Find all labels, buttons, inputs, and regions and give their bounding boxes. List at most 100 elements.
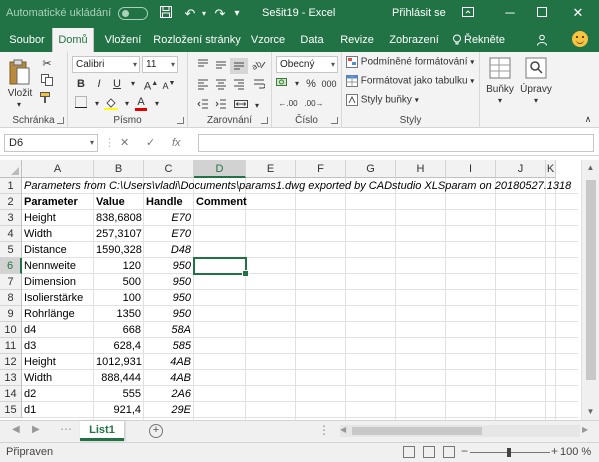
- hscroll-thumb[interactable]: [352, 427, 482, 435]
- zoom-slider[interactable]: [470, 448, 550, 457]
- cell-a6[interactable]: Nennweite: [22, 258, 93, 274]
- cell-b3[interactable]: 838,6808: [94, 210, 143, 226]
- cell-b12[interactable]: 1012,931: [94, 354, 143, 370]
- conditional-formatting-button[interactable]: Podmíněné formátování ▾: [346, 56, 480, 68]
- cell-b2[interactable]: Value: [94, 194, 143, 210]
- ribbon-display-icon[interactable]: [456, 2, 480, 24]
- cell-c15[interactable]: 29E: [144, 402, 193, 418]
- paste-button[interactable]: Vložit: [2, 88, 38, 99]
- page-break-view-icon[interactable]: [443, 446, 455, 458]
- scroll-thumb[interactable]: [586, 180, 596, 380]
- copy-icon[interactable]: [38, 74, 56, 90]
- shrink-font-icon[interactable]: A▼: [160, 76, 178, 92]
- cell-c3[interactable]: E70: [144, 210, 193, 226]
- cell-b10[interactable]: 668: [94, 322, 143, 338]
- number-format-combo[interactable]: Obecný ▾: [276, 56, 338, 73]
- underline-dropdown-icon[interactable]: ▾: [124, 76, 142, 92]
- cell-c13[interactable]: 4AB: [144, 370, 193, 386]
- cell-c7[interactable]: 950: [144, 274, 193, 290]
- zoom-slider-knob[interactable]: [507, 448, 511, 457]
- align-center-icon[interactable]: [212, 78, 230, 94]
- collapse-ribbon-icon[interactable]: ∧: [582, 114, 594, 125]
- decrease-indent-icon[interactable]: [194, 98, 212, 114]
- tab-soubor[interactable]: Soubor: [2, 28, 52, 52]
- cell-a5[interactable]: Distance: [22, 242, 93, 258]
- align-top-icon[interactable]: [194, 58, 212, 74]
- merge-dropdown-icon[interactable]: ▾: [248, 98, 266, 114]
- cell-a3[interactable]: Height: [22, 210, 93, 226]
- bold-button[interactable]: B: [72, 76, 90, 92]
- cell-a8[interactable]: Isolierstärke: [22, 290, 93, 306]
- cell-a13[interactable]: Width: [22, 370, 93, 386]
- row-header-9[interactable]: 9: [0, 306, 22, 322]
- wrap-text-icon[interactable]: [250, 78, 268, 94]
- row-header-2[interactable]: 2: [0, 194, 22, 210]
- italic-button[interactable]: I: [90, 76, 108, 92]
- tab-revize[interactable]: Revize: [334, 28, 380, 52]
- add-sheet-icon[interactable]: +: [149, 424, 163, 438]
- row-header-11[interactable]: 11: [0, 338, 22, 354]
- row-header-4[interactable]: 4: [0, 226, 22, 242]
- row-header-12[interactable]: 12: [0, 354, 22, 370]
- active-cell-selection[interactable]: [193, 257, 249, 277]
- row-header-10[interactable]: 10: [0, 322, 22, 338]
- cell-c8[interactable]: 950: [144, 290, 193, 306]
- column-header-e[interactable]: E: [246, 160, 296, 178]
- cell-a14[interactable]: d2: [22, 386, 93, 402]
- page-layout-view-icon[interactable]: [423, 446, 435, 458]
- decrease-decimal-icon[interactable]: .00→: [302, 96, 326, 112]
- tab-vzorce[interactable]: Vzorce: [246, 28, 290, 52]
- spreadsheet-grid[interactable]: A B C D E F G H I J K 1 Parameters from C:\Users\vla…: [0, 160, 599, 420]
- column-header-b[interactable]: B: [94, 160, 144, 178]
- smiley-icon[interactable]: [572, 31, 588, 47]
- sheet-tab-list1[interactable]: List1: [80, 421, 124, 441]
- cell-c10[interactable]: 58A: [144, 322, 193, 338]
- undo-icon[interactable]: ↶: [181, 4, 199, 24]
- align-bottom-icon[interactable]: [230, 58, 248, 74]
- tab-data[interactable]: Data: [294, 28, 330, 52]
- floppy-icon[interactable]: [156, 4, 176, 24]
- row-header-15[interactable]: 15: [0, 402, 22, 418]
- cell-a2[interactable]: Parameter: [22, 194, 93, 210]
- sheet-prev-icon[interactable]: ◀: [12, 424, 20, 435]
- format-painter-icon[interactable]: [38, 92, 56, 108]
- align-left-icon[interactable]: [194, 78, 212, 94]
- select-all-corner[interactable]: [0, 160, 22, 178]
- column-header-f[interactable]: F: [296, 160, 346, 178]
- cell-b13[interactable]: 888,444: [94, 370, 143, 386]
- vertical-scrollbar[interactable]: ▲ ▼: [581, 160, 599, 420]
- cell-b4[interactable]: 257,3107: [94, 226, 143, 242]
- thousands-separator-button[interactable]: 000: [318, 76, 340, 92]
- scroll-right-icon[interactable]: ▶: [582, 425, 588, 434]
- align-right-icon[interactable]: [230, 78, 248, 94]
- cell-a4[interactable]: Width: [22, 226, 93, 242]
- column-header-d[interactable]: D: [194, 160, 246, 178]
- align-middle-icon[interactable]: [212, 58, 230, 74]
- scroll-down-icon[interactable]: ▼: [582, 404, 599, 420]
- cell-d2[interactable]: Comment: [194, 194, 247, 210]
- tell-me-search[interactable]: Řekněte: [464, 28, 512, 52]
- share-icon[interactable]: [532, 28, 552, 52]
- clipboard-launcher-icon[interactable]: [57, 117, 64, 124]
- increase-indent-icon[interactable]: [212, 98, 230, 114]
- sheet-tab-more-icon[interactable]: ⋯: [60, 422, 72, 436]
- cell-b14[interactable]: 555: [94, 386, 143, 402]
- cell-styles-button[interactable]: Styly buňky ▾: [346, 94, 480, 106]
- zoom-level[interactable]: 100 %: [560, 446, 591, 458]
- cell-c2[interactable]: Handle: [144, 194, 193, 210]
- cell-b7[interactable]: 500: [94, 274, 143, 290]
- row-header-3[interactable]: 3: [0, 210, 22, 226]
- confirm-entry-button[interactable]: ✓: [146, 134, 155, 152]
- customize-qat-icon[interactable]: ▾: [230, 4, 244, 24]
- font-launcher-icon[interactable]: [177, 117, 184, 124]
- alignment-launcher-icon[interactable]: [261, 117, 268, 124]
- cut-icon[interactable]: ✂: [38, 56, 56, 72]
- row-header-8[interactable]: 8: [0, 290, 22, 306]
- row-header-14[interactable]: 14: [0, 386, 22, 402]
- column-header-g[interactable]: G: [346, 160, 396, 178]
- row-header-7[interactable]: 7: [0, 274, 22, 290]
- zoom-out-button[interactable]: −: [461, 444, 468, 458]
- cell-a11[interactable]: d3: [22, 338, 93, 354]
- scroll-up-icon[interactable]: ▲: [582, 160, 599, 176]
- row-header-6[interactable]: 6: [0, 258, 22, 274]
